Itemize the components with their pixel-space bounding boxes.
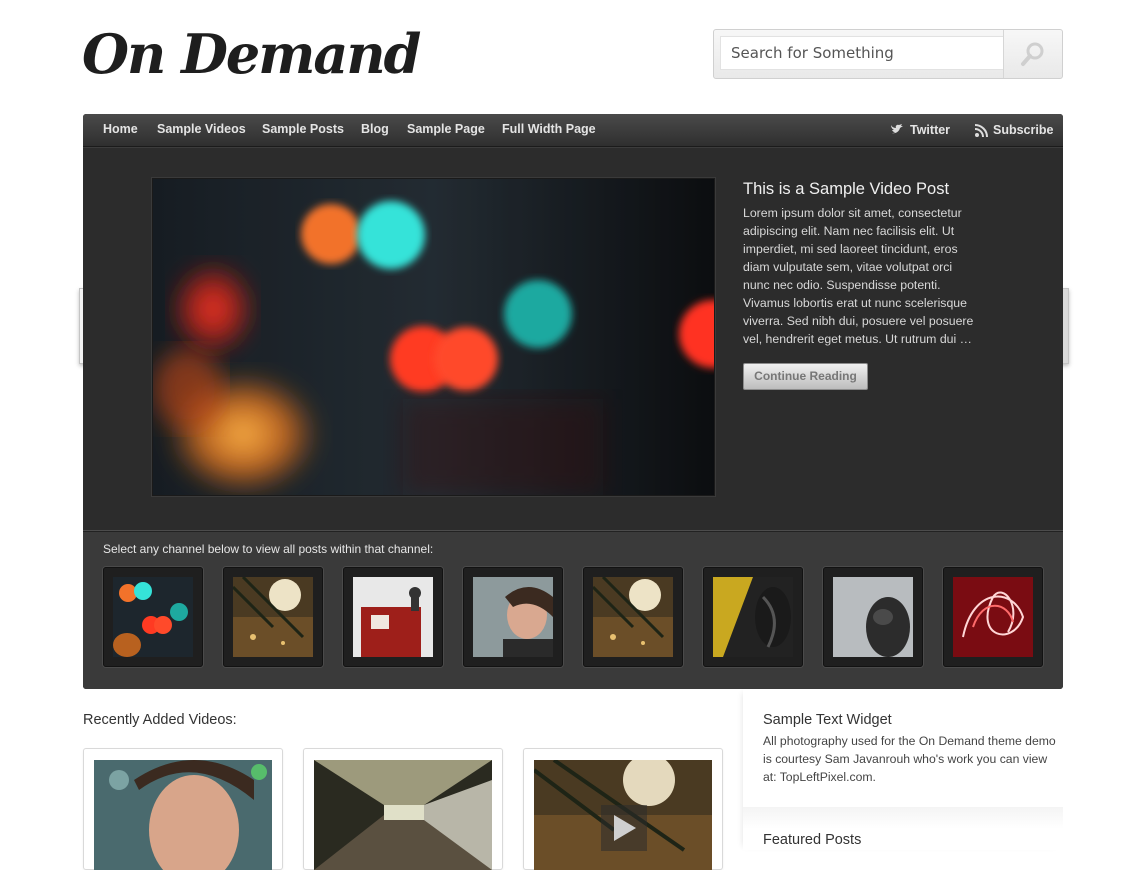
continue-reading-button[interactable]: Continue Reading — [743, 363, 868, 390]
bokeh-photo — [153, 179, 714, 495]
channels-strip: Select any channel below to view all pos… — [83, 530, 1063, 689]
featured-panel: Home Sample Videos Sample Posts Blog Sam… — [83, 114, 1063, 689]
channel-thumb-2[interactable] — [223, 567, 323, 667]
nav-item-home[interactable]: Home — [103, 114, 138, 146]
featured-post-excerpt: Lorem ipsum dolor sit amet, consectetur … — [743, 206, 974, 346]
widget-title: Sample Text Widget — [763, 712, 892, 728]
nav-item-blog[interactable]: Blog — [361, 114, 389, 146]
twitter-icon — [891, 124, 903, 134]
channel-thumb-4[interactable] — [463, 567, 563, 667]
channel-thumb-5[interactable] — [583, 567, 683, 667]
recent-videos-heading: Recently Added Videos: — [83, 712, 237, 728]
video-card-3[interactable] — [523, 748, 723, 870]
subscribe-label: Subscribe — [993, 123, 1054, 137]
channel-thumb-1[interactable] — [103, 567, 203, 667]
main-nav: Home Sample Videos Sample Posts Blog Sam… — [83, 114, 1063, 147]
search-form — [713, 29, 1063, 79]
channel-thumb-8[interactable] — [943, 567, 1043, 667]
search-input[interactable] — [720, 36, 1004, 70]
video-card-1[interactable] — [83, 748, 283, 870]
featured-post-title[interactable]: This is a Sample Video Post — [743, 180, 949, 199]
rss-icon — [975, 123, 988, 137]
sidebar: Sample Text Widget All photography used … — [743, 689, 1063, 850]
video-thumbnail — [314, 760, 492, 870]
featured-video-image[interactable] — [152, 178, 715, 496]
nav-item-sample-videos[interactable]: Sample Videos — [157, 114, 246, 146]
twitter-link[interactable]: Twitter — [891, 114, 950, 146]
twitter-label: Twitter — [910, 123, 951, 137]
video-thumbnail — [94, 760, 272, 870]
subscribe-link[interactable]: Subscribe — [975, 114, 1053, 146]
search-button[interactable] — [1003, 30, 1062, 78]
nav-item-sample-posts[interactable]: Sample Posts — [262, 114, 344, 146]
widget-text: All photography used for the On Demand t… — [763, 734, 1056, 784]
channels-label: Select any channel below to view all pos… — [103, 542, 434, 556]
featured-posts-title: Featured Posts — [763, 832, 862, 848]
channel-thumb-6[interactable] — [703, 567, 803, 667]
nav-item-sample-page[interactable]: Sample Page — [407, 114, 485, 146]
search-icon — [1021, 42, 1044, 66]
video-card-2[interactable] — [303, 748, 503, 870]
site-logo[interactable]: On Demand — [82, 22, 421, 86]
nav-item-full-width-page[interactable]: Full Width Page — [502, 114, 596, 146]
widget-divider — [743, 807, 1063, 829]
video-thumbnail — [534, 760, 712, 870]
channel-thumb-7[interactable] — [823, 567, 923, 667]
channel-thumb-3[interactable] — [343, 567, 443, 667]
